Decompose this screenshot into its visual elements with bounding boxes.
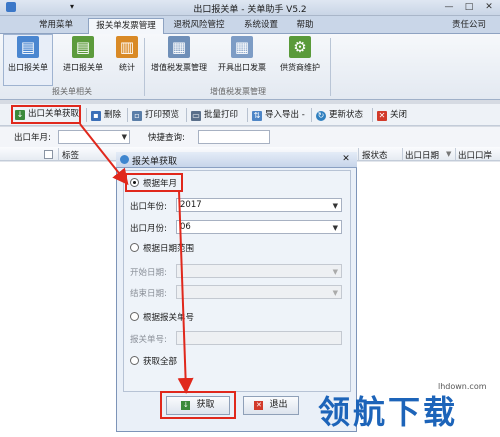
arrow-to-fetch-button [177,190,194,394]
annotation-arrows [79,123,194,394]
watermark-site: lhdown.com [438,382,487,391]
watermark-brand: 领航下载 [318,393,459,431]
arrow-to-option [79,123,129,186]
